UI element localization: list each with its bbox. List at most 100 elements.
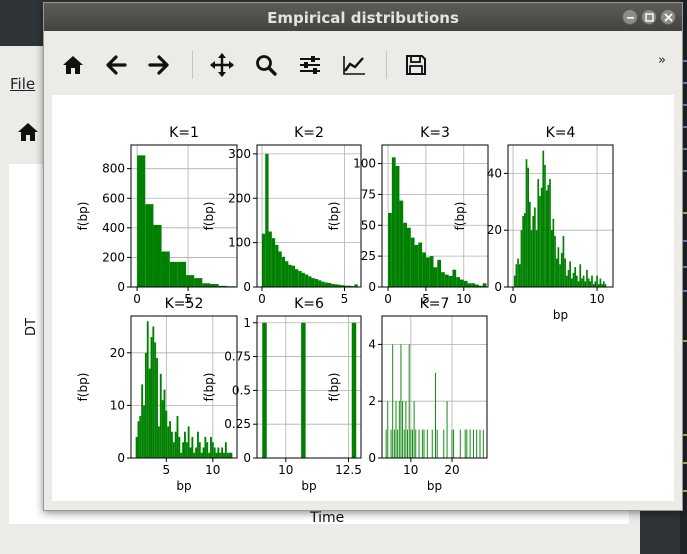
histogram-bar [426, 429, 428, 458]
histogram-bar [435, 372, 436, 458]
window-title: Empirical distributions [267, 9, 459, 27]
histogram-bar [202, 283, 211, 287]
histogram-bar [223, 452, 225, 458]
back-button[interactable] [101, 51, 131, 79]
zoom-icon [256, 55, 277, 76]
y-tick-label: 0.5 [232, 383, 251, 397]
histogram-bar [193, 452, 196, 458]
histogram-bar [187, 426, 190, 458]
background-footer [0, 524, 640, 554]
histogram-bar [547, 184, 550, 287]
subplot-title: K=1 [169, 125, 199, 141]
histogram-bar [197, 431, 199, 458]
histogram-bar [410, 237, 415, 287]
y-tick-label: 0.25 [224, 417, 251, 431]
histogram-bar [569, 261, 571, 287]
histogram-bar [194, 278, 203, 287]
histogram-bar [311, 278, 315, 287]
histogram-bar [178, 436, 181, 458]
figure-window: Empirical distributions » 0 5 0 200 400 … [43, 2, 683, 511]
histogram-bar [208, 452, 211, 458]
edit-axis-button[interactable] [339, 51, 369, 79]
y-tick-label: 100 [228, 236, 251, 250]
y-axis-label: f(bp) [327, 202, 341, 231]
histogram-bar [395, 165, 400, 287]
y-tick-label: 200 [102, 250, 125, 264]
histogram-bar [530, 230, 533, 287]
histogram-bar [456, 277, 460, 287]
file-menu[interactable]: File [10, 75, 35, 93]
histogram-bar [161, 400, 164, 458]
histogram-bar [577, 281, 580, 287]
histogram-bar [397, 429, 399, 458]
histogram-bar [529, 201, 531, 287]
histogram-bar [525, 159, 528, 287]
histogram-bar [463, 280, 468, 287]
histogram-bar [466, 429, 468, 458]
histogram-bar [579, 264, 582, 287]
histogram-bar [224, 442, 227, 458]
save-button[interactable] [401, 51, 431, 79]
toolbar-overflow-button[interactable]: » [658, 53, 666, 68]
histogram-bar [144, 352, 147, 458]
home-button[interactable] [58, 51, 88, 79]
close-button[interactable] [660, 9, 676, 25]
subplot-title: K=4 [546, 125, 576, 141]
minimize-icon [627, 17, 634, 19]
histogram-bar [308, 276, 312, 287]
histogram-bar [391, 157, 396, 287]
x-axis-label: bp [301, 479, 316, 493]
histogram-bar [156, 358, 158, 458]
y-tick-label: 600 [102, 191, 125, 205]
histogram-bar [467, 283, 472, 287]
y-axis-label: f(bp) [76, 373, 90, 402]
histogram-bar [159, 373, 162, 458]
histogram-bar [402, 401, 404, 458]
histogram-bar [594, 281, 597, 287]
histogram-bar [163, 389, 166, 458]
x-axis-label: bp [176, 479, 191, 493]
histogram-bar [278, 251, 282, 287]
y-axis-label: f(bp) [202, 373, 216, 402]
histogram-bar [472, 429, 474, 458]
subplots-button[interactable] [295, 51, 325, 79]
histogram-bar [414, 245, 419, 287]
figure-canvas[interactable]: 0 5 0 200 400 600 800 K=1 f(bp) 0 5 0 100 200 300 K=2 f(… [52, 95, 674, 501]
maximize-button[interactable] [641, 9, 657, 25]
histogram-bar [405, 401, 407, 458]
x-tick-label: 10 [456, 292, 471, 306]
axes-frame [256, 315, 362, 459]
histogram-bar [540, 187, 543, 287]
y-tick-label: 10 [110, 398, 125, 412]
histogram-bar [482, 429, 484, 458]
histogram-bar [564, 258, 566, 287]
histogram-bar [534, 207, 536, 287]
histogram-bar [153, 224, 162, 287]
histogram-bar [294, 269, 299, 287]
histogram-bar [431, 429, 433, 458]
histogram-bar [523, 213, 526, 287]
histogram-bar [324, 282, 328, 287]
histogram-bar [446, 401, 448, 458]
histogram-bar [170, 431, 173, 458]
x-tick-label: 10 [589, 292, 604, 306]
forward-button[interactable] [144, 51, 174, 79]
histogram-bar [150, 337, 153, 458]
minimize-button[interactable] [622, 9, 638, 25]
zoom-button[interactable] [251, 51, 281, 79]
histogram-bar [275, 244, 279, 287]
histogram-bar [550, 230, 553, 287]
title-bar[interactable]: Empirical distributions [44, 3, 682, 31]
histogram-bar [554, 235, 556, 287]
navigation-toolbar: » [44, 31, 682, 95]
histogram-bar [393, 429, 395, 458]
background-home-icon[interactable] [17, 122, 39, 146]
y-tick-label: 0 [368, 280, 376, 294]
histogram-bar [219, 452, 222, 458]
histogram-bar [479, 429, 481, 458]
y-tick-label: 2 [368, 394, 376, 408]
histogram-bar [135, 436, 138, 458]
histogram-bar [599, 278, 602, 287]
histogram-bar [202, 447, 205, 458]
pan-button[interactable] [207, 51, 237, 79]
